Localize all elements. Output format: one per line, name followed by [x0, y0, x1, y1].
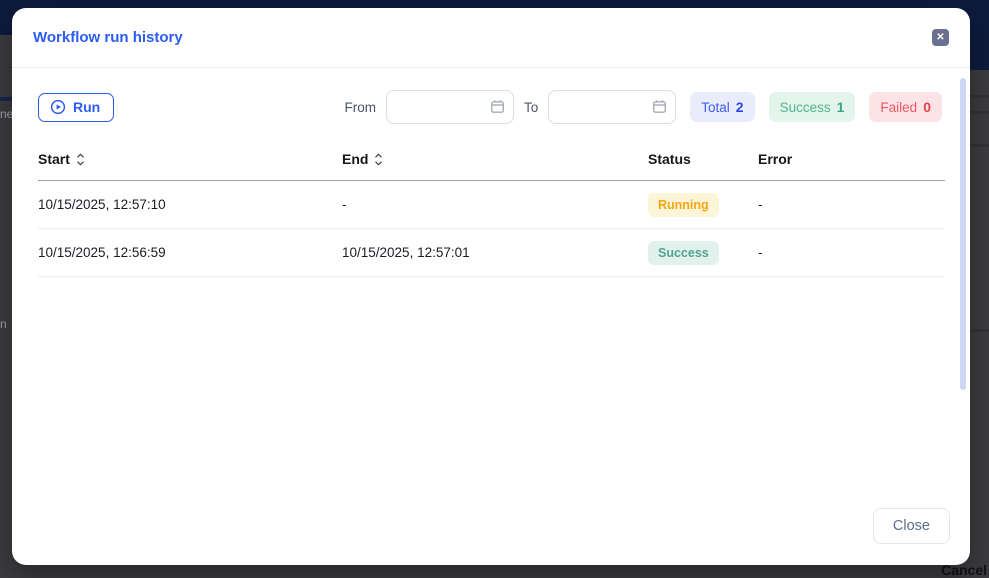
background-row-divider: [970, 144, 989, 147]
toolbar: Run From To: [38, 90, 952, 124]
column-header-status-label: Status: [648, 151, 691, 167]
success-badge-count: 1: [837, 99, 845, 115]
total-badge-count: 2: [736, 99, 744, 115]
to-input-wrap: [548, 90, 676, 124]
dialog-footer: Close: [12, 508, 970, 565]
column-header-error: Error: [758, 141, 945, 180]
run-button-label: Run: [73, 99, 100, 115]
success-badge-label: Success: [780, 100, 831, 115]
workflow-run-history-dialog: Workflow run history ✕ Run From: [12, 8, 970, 565]
cell-end: 10/15/2025, 12:57:01: [342, 245, 648, 260]
column-header-error-label: Error: [758, 151, 792, 167]
column-header-end-label: End: [342, 151, 368, 167]
failed-badge-count: 0: [923, 99, 931, 115]
failed-count-badge: Failed 0: [869, 92, 942, 122]
run-button[interactable]: Run: [38, 93, 114, 122]
dialog-body: Run From To: [12, 68, 970, 508]
background-row-divider: [970, 111, 989, 114]
column-header-start-label: Start: [38, 151, 70, 167]
table-header-row: Start End: [38, 141, 945, 181]
sort-icon: [374, 153, 383, 166]
from-label: From: [345, 100, 377, 115]
cell-status: Running: [648, 193, 758, 217]
status-badge: Success: [648, 241, 719, 265]
status-badge: Running: [648, 193, 719, 217]
to-date-input[interactable]: [548, 90, 676, 124]
background-clipped-text: n: [0, 317, 7, 331]
cell-start: 10/15/2025, 12:57:10: [38, 197, 342, 212]
column-header-start[interactable]: Start: [38, 141, 342, 180]
play-circle-icon: [50, 99, 66, 115]
sort-icon: [76, 153, 85, 166]
run-history-table: Start End: [38, 141, 945, 277]
cell-end: -: [342, 197, 648, 212]
from-input-wrap: [386, 90, 514, 124]
background-row-divider: [970, 95, 989, 98]
from-date-input[interactable]: [386, 90, 514, 124]
to-label: To: [524, 100, 538, 115]
close-button[interactable]: Close: [873, 508, 950, 544]
vertical-scrollbar-thumb[interactable]: [960, 78, 966, 390]
column-header-status: Status: [648, 141, 758, 180]
dialog-title: Workflow run history: [33, 29, 183, 46]
background-left-band: [0, 97, 12, 101]
background-left-patch: [0, 35, 12, 70]
cell-error: -: [758, 197, 945, 212]
background-row-divider: [970, 329, 989, 332]
column-header-end[interactable]: End: [342, 141, 648, 180]
table-row: 10/15/2025, 12:56:59 10/15/2025, 12:57:0…: [38, 229, 945, 277]
close-icon[interactable]: ✕: [932, 29, 949, 46]
cell-error: -: [758, 245, 945, 260]
table-row: 10/15/2025, 12:57:10 - Running -: [38, 181, 945, 229]
failed-badge-label: Failed: [880, 100, 917, 115]
cell-start: 10/15/2025, 12:56:59: [38, 245, 342, 260]
total-badge-label: Total: [701, 100, 730, 115]
table-body: 10/15/2025, 12:57:10 - Running - 10/15/2…: [38, 181, 945, 277]
cell-status: Success: [648, 241, 758, 265]
success-count-badge: Success 1: [769, 92, 856, 122]
dialog-header: Workflow run history ✕: [12, 8, 970, 68]
filter-cluster: From To: [345, 90, 943, 124]
total-count-badge: Total 2: [690, 92, 754, 122]
